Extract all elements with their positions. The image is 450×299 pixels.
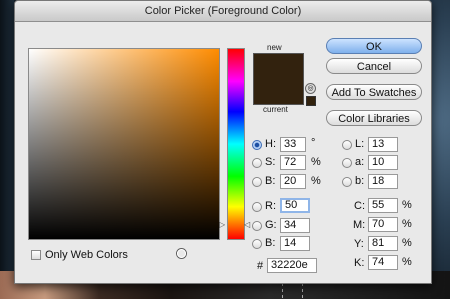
cyan-unit: % — [402, 199, 412, 211]
brightness-input[interactable]: 20 — [280, 174, 306, 189]
hue-input[interactable]: 33 — [280, 137, 306, 152]
magenta-unit: % — [402, 218, 412, 230]
brightness-label: B: — [265, 175, 276, 187]
a-channel-radio[interactable] — [342, 158, 352, 168]
new-color-swatch — [253, 53, 304, 81]
cyan-label: C: — [354, 200, 365, 212]
web-safe-swatch[interactable] — [306, 96, 316, 106]
saturation-radio[interactable] — [252, 158, 262, 168]
hex-label: # — [257, 260, 264, 272]
lightness-radio[interactable] — [342, 140, 352, 150]
yellow-unit: % — [402, 237, 412, 249]
blue-input[interactable]: 14 — [280, 236, 310, 251]
a-channel-label: a: — [355, 156, 365, 168]
magenta-label: M: — [353, 219, 366, 231]
black-input[interactable]: 74 — [368, 255, 398, 270]
lightness-input[interactable]: 13 — [368, 137, 398, 152]
hue-unit: ° — [311, 137, 316, 149]
hue-slider[interactable] — [227, 48, 245, 240]
saturation-label: S: — [265, 156, 276, 168]
yellow-label: Y: — [354, 238, 364, 250]
only-web-colors-checkbox[interactable] — [31, 250, 41, 260]
black-label: K: — [354, 257, 365, 269]
magenta-input[interactable]: 70 — [368, 217, 398, 232]
cyan-input[interactable]: 55 — [368, 198, 398, 213]
blue-label: B: — [265, 237, 276, 249]
color-libraries-button[interactable]: Color Libraries — [326, 110, 422, 126]
brightness-unit: % — [311, 175, 321, 187]
yellow-input[interactable]: 81 — [368, 236, 398, 251]
hue-label: H: — [265, 138, 276, 150]
b-channel-radio[interactable] — [342, 177, 352, 187]
red-radio[interactable] — [252, 202, 262, 212]
lightness-label: L: — [355, 138, 365, 150]
title-bar[interactable]: Color Picker (Foreground Color) — [15, 1, 431, 22]
hue-slider-left-arrow-icon[interactable]: ▷ — [219, 220, 225, 229]
green-input[interactable]: 34 — [280, 218, 310, 233]
hue-radio[interactable] — [252, 140, 262, 150]
dialog-title: Color Picker (Foreground Color) — [144, 5, 302, 17]
color-cursor[interactable] — [177, 249, 186, 258]
a-channel-input[interactable]: 10 — [368, 155, 398, 170]
saturation-input[interactable]: 72 — [280, 155, 306, 170]
cancel-button[interactable]: Cancel — [326, 58, 422, 74]
red-input[interactable]: 50 — [280, 198, 310, 213]
ok-button[interactable]: OK — [326, 38, 422, 54]
green-radio[interactable] — [252, 221, 262, 231]
new-label: new — [267, 43, 282, 52]
add-to-swatches-button[interactable]: Add To Swatches — [326, 84, 422, 100]
alert-cube-icon[interactable]: ◎ — [305, 83, 316, 94]
only-web-colors-label[interactable]: Only Web Colors — [45, 249, 128, 261]
current-color-swatch[interactable] — [253, 80, 304, 105]
brightness-radio[interactable] — [252, 177, 262, 187]
color-picker-dialog: Color Picker (Foreground Color) ▷ ◁ new … — [14, 0, 432, 284]
black-unit: % — [402, 256, 412, 268]
saturation-brightness-field[interactable] — [28, 48, 220, 258]
current-label: current — [263, 105, 288, 114]
b-channel-label: b: — [355, 175, 365, 187]
hex-input[interactable]: 32220e — [267, 258, 317, 273]
saturation-unit: % — [311, 156, 321, 168]
green-label: G: — [265, 219, 277, 231]
blue-radio[interactable] — [252, 239, 262, 249]
b-channel-input[interactable]: 18 — [368, 174, 398, 189]
background-left-edge — [0, 0, 14, 299]
red-label: R: — [265, 200, 276, 212]
hue-slider-right-arrow-icon[interactable]: ◁ — [244, 220, 250, 229]
